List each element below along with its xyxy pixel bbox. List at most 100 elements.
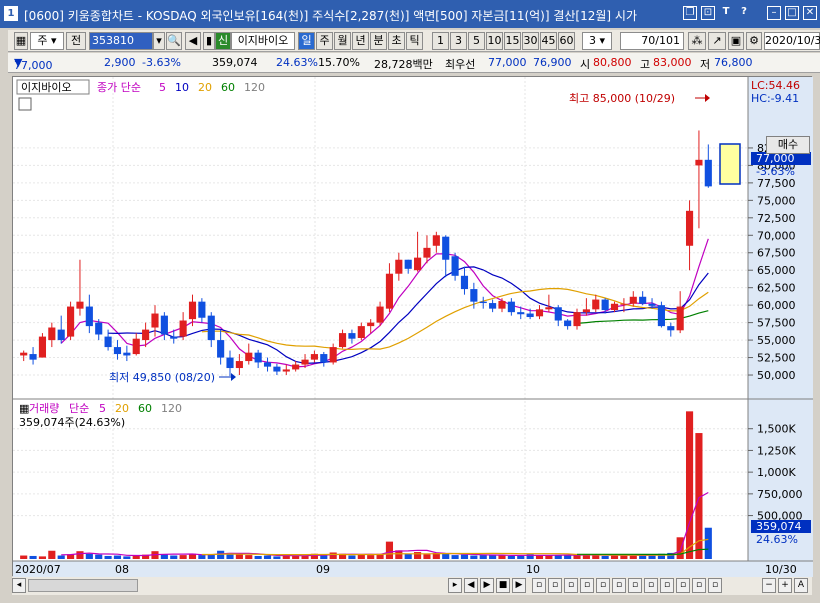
volume-bar (385, 541, 394, 559)
rewind-icon[interactable]: ◀ (464, 578, 478, 593)
restore-icon[interactable]: ❐ (683, 6, 697, 20)
forward-icon[interactable]: ▶ (512, 578, 526, 593)
candle-body (235, 361, 243, 369)
period-15[interactable]: 15 (504, 32, 521, 50)
period-3[interactable]: 3 (450, 32, 467, 50)
chart-d-icon[interactable]: ▫ (580, 578, 594, 593)
period-5[interactable]: 5 (468, 32, 485, 50)
volume-tick-label: 1,250K (757, 444, 796, 457)
settings-icon[interactable]: ⚙ (746, 32, 762, 50)
chart-a-icon[interactable]: ▫ (532, 578, 546, 593)
volume-tick-label: 1,500K (757, 423, 796, 436)
volume-tag-text: 359,074 (756, 520, 802, 533)
low-label: 저 (700, 58, 711, 71)
help-icon[interactable]: ? (737, 6, 751, 20)
legend-ma-10: 10 (175, 81, 189, 94)
code-dropdown-icon[interactable]: ▾ (153, 32, 165, 50)
chart-area[interactable]: 이지바이오 종가 단순 5 10 20 60 120 최고 85,000 (10/29)… (12, 76, 813, 577)
period-45[interactable]: 45 (540, 32, 557, 50)
tab-6[interactable]: 틱 (406, 32, 423, 50)
period-60[interactable]: 60 (558, 32, 575, 50)
candle-body (20, 352, 28, 356)
auto-icon[interactable]: A (794, 578, 808, 593)
chart-c-icon[interactable]: ▫ (564, 578, 578, 593)
bar-icon[interactable]: ▮ (203, 32, 215, 50)
volume-bar (517, 555, 525, 559)
window-number-badge: 1 (4, 6, 18, 21)
scroll-thumb[interactable] (28, 579, 138, 592)
save-icon[interactable]: ▣ (728, 32, 744, 50)
grid-icon[interactable]: ⁂ (688, 32, 706, 50)
chart-j-icon[interactable]: ▫ (676, 578, 690, 593)
chart-h-icon[interactable]: ▫ (644, 578, 658, 593)
candle-body (48, 327, 56, 341)
chart-b-icon[interactable]: ▫ (548, 578, 562, 593)
tab-0[interactable]: 일 (298, 32, 315, 50)
high-label: 고 (640, 58, 651, 71)
tab-3[interactable]: 년 (352, 32, 369, 50)
count-input[interactable]: 70/101 (620, 32, 684, 50)
period-select[interactable]: 주 ▾ (30, 32, 64, 50)
chart-e-icon[interactable]: ▫ (596, 578, 610, 593)
candle-body (667, 326, 675, 331)
prev-button[interactable]: 전 (66, 32, 86, 50)
volume-tick-label: 750,000 (757, 488, 803, 501)
candle-body (198, 301, 206, 318)
candle-body (320, 354, 328, 363)
search-icon[interactable]: 🔍 (166, 32, 182, 50)
drawing-icon[interactable]: ↗ (708, 32, 726, 50)
price-tick-label: 50,000 (757, 369, 796, 382)
pin-icon[interactable]: ⊡ (701, 6, 715, 20)
volume-bar (479, 555, 487, 559)
candle-body (395, 259, 403, 274)
period-10[interactable]: 10 (486, 32, 503, 50)
date-label-oct: 10 (526, 563, 540, 576)
candle-body (38, 336, 47, 358)
change-percent: -3.63% (142, 56, 181, 69)
order-box[interactable] (719, 143, 741, 185)
legend-stock-name: 이지바이오 (21, 81, 72, 94)
volume-ma20-line (201, 538, 709, 556)
volume-bar (95, 554, 103, 559)
chart-f-icon[interactable]: ▫ (612, 578, 626, 593)
tick-select[interactable]: 3 ▾ (582, 32, 612, 50)
play-back-icon[interactable]: ▶ (480, 578, 494, 593)
volume-bar (301, 555, 309, 559)
zoom-in-icon[interactable]: + (778, 578, 792, 593)
volume-bar (198, 555, 206, 559)
candle-body (404, 259, 412, 269)
stop-icon[interactable]: ■ (496, 578, 510, 593)
candle-body (385, 273, 394, 309)
period-1[interactable]: 1 (432, 32, 449, 50)
chart-svg[interactable]: 이지바이오 종가 단순 5 10 20 60 120 최고 85,000 (10/29)… (13, 77, 813, 577)
chart-k-icon[interactable]: ▫ (692, 578, 706, 593)
text-t-icon[interactable]: T (719, 6, 733, 20)
date-label-sep: 09 (316, 563, 330, 576)
layout-icon[interactable]: ▦ (14, 32, 28, 50)
volume-bar (704, 527, 712, 559)
candle-body (348, 333, 356, 339)
period-30[interactable]: 30 (522, 32, 539, 50)
minimize-icon[interactable]: – (767, 6, 781, 20)
price-tick-label: 60,000 (757, 299, 796, 312)
volume-bar (460, 554, 469, 559)
close-icon[interactable]: ✕ (803, 6, 817, 20)
speaker-icon[interactable]: ◀ (185, 32, 201, 50)
maximize-icon[interactable]: □ (785, 6, 799, 20)
table-icon[interactable] (18, 97, 32, 111)
scroll-right-small-icon[interactable]: ▸ (448, 578, 462, 593)
tab-5[interactable]: 초 (388, 32, 405, 50)
volume-bar (320, 555, 328, 559)
tab-4[interactable]: 분 (370, 32, 387, 50)
chart-l-icon[interactable]: ▫ (708, 578, 722, 593)
scroll-left-icon[interactable]: ◂ (12, 578, 26, 593)
chart-g-icon[interactable]: ▫ (628, 578, 642, 593)
zoom-out-icon[interactable]: − (762, 578, 776, 593)
chart-i-icon[interactable]: ▫ (660, 578, 674, 593)
buy-button[interactable]: 매수 (766, 136, 810, 154)
chart-scrollbar[interactable]: ◂ ▸ ◀ ▶ ■ ▶ − + A ▫ ▫ ▫ ▫ ▫ ▫ ▫ ▫ ▫ ▫ ▫ ▫ (12, 577, 812, 595)
tab-2[interactable]: 월 (334, 32, 351, 50)
tab-1[interactable]: 주 (316, 32, 333, 50)
date-input[interactable]: 2020/10/3 (764, 32, 820, 50)
stock-code-input[interactable]: 353810 (89, 32, 153, 50)
